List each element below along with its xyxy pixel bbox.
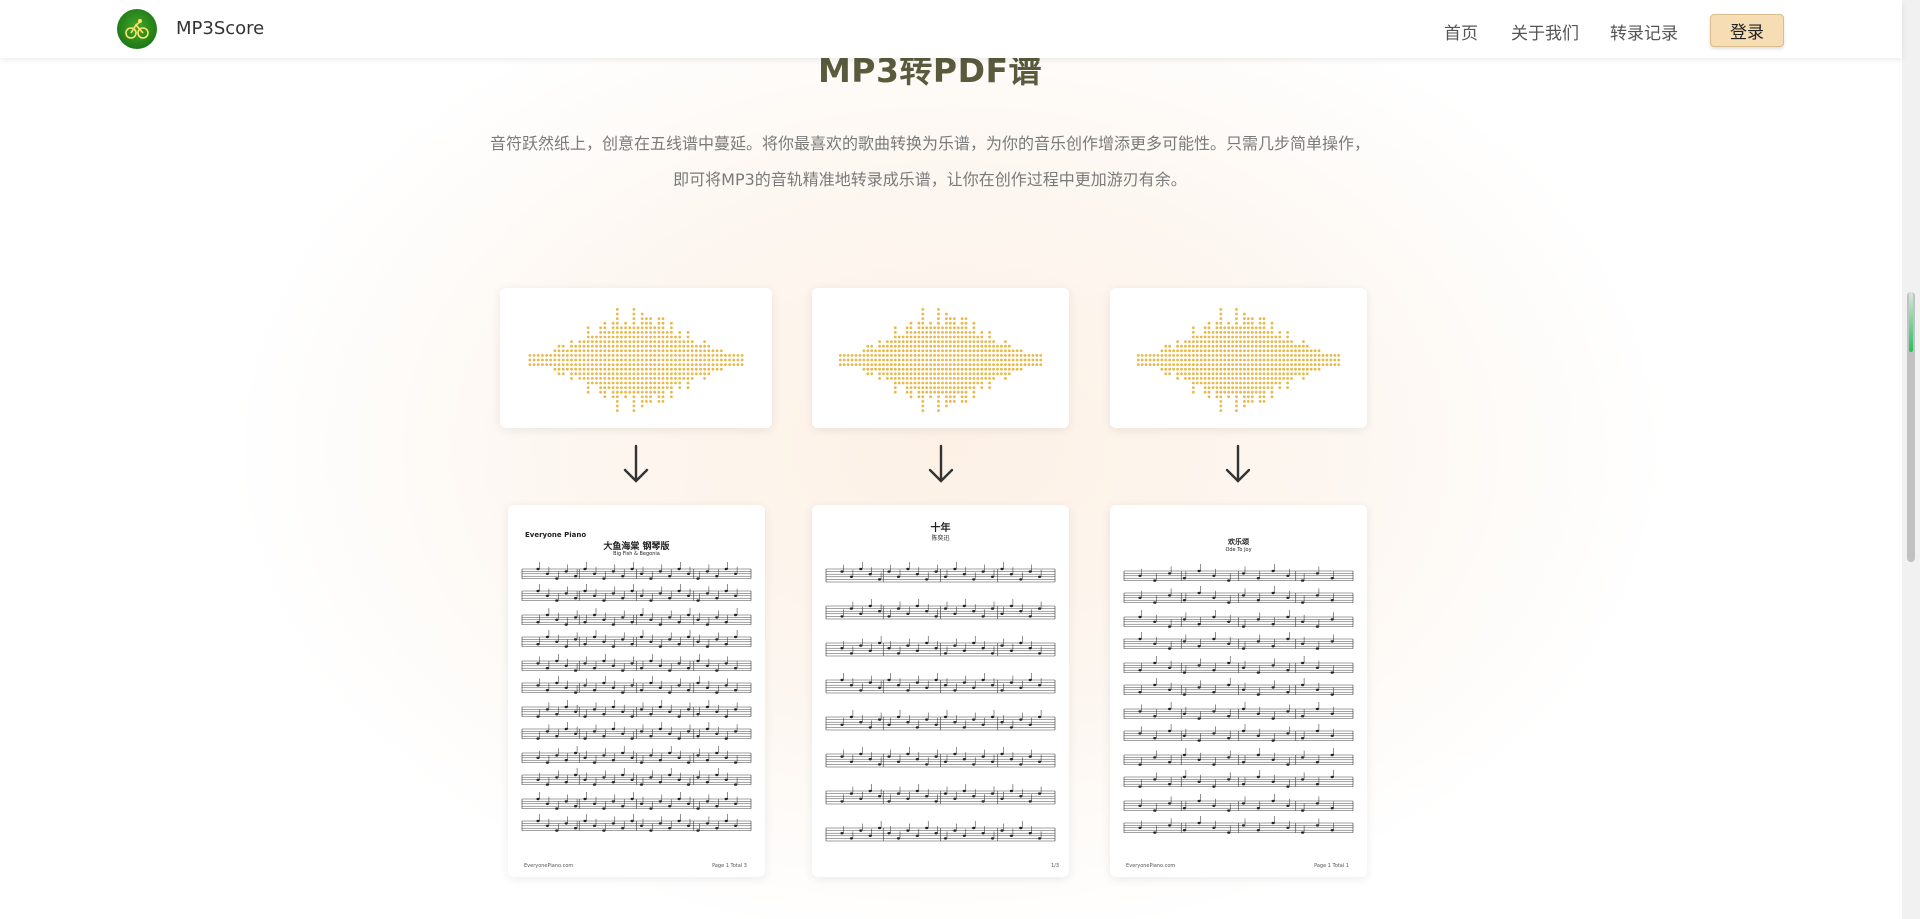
sheet-page-number: 1/3	[1050, 863, 1059, 869]
top-navbar: MP3Score 首页 关于我们 转录记录 登录	[0, 0, 1902, 58]
nav-transcription-history[interactable]: 转录记录	[1610, 19, 1678, 44]
arrow-down-icon	[623, 444, 649, 483]
audio-waveform-icon	[838, 308, 1043, 412]
staff-notation	[521, 562, 752, 832]
audio-waveform-card	[812, 288, 1069, 428]
sheet-page-number: Page 1 Total 1	[1314, 863, 1349, 869]
nav-about-us[interactable]: 关于我们	[1511, 19, 1579, 44]
audio-waveform-icon	[528, 308, 744, 412]
audio-waveform-card	[1110, 288, 1367, 428]
sheet-music-preview: Everyone Piano 大鱼海棠 钢琴版 Big Fish & Begon…	[508, 505, 765, 877]
brand-logo[interactable]	[117, 9, 157, 49]
nav-home[interactable]: 首页	[1444, 19, 1478, 44]
sheet-title: 十年	[930, 523, 951, 534]
audio-waveform-card	[500, 288, 772, 428]
sheet-brand: Everyone Piano	[525, 531, 587, 539]
audio-waveform-icon	[1136, 308, 1341, 412]
music-bicycle-icon	[125, 19, 149, 39]
sheet-footer: EveryonePiano.com	[1126, 863, 1176, 869]
sheet-music-preview: 十年 陈奕迅 1/3	[812, 505, 1069, 877]
scroll-progress-indicator	[1909, 292, 1913, 352]
sheet-page-number: Page 1 Total 3	[712, 863, 747, 869]
sheet-subtitle: Ode To Joy	[1225, 547, 1252, 553]
brand-name[interactable]: MP3Score	[176, 18, 264, 39]
sheet-footer: EveryonePiano.com	[524, 863, 574, 869]
description-line-2: 即可将MP3的音轨精准地转录成乐谱，让你在创作过程中更加游刃有余。	[673, 170, 1187, 189]
description-line-1: 音符跃然纸上，创意在五线谱中蔓延。将你最喜欢的歌曲转换为乐谱，为你的音乐创作增添…	[489, 134, 1370, 153]
login-button[interactable]: 登录	[1710, 14, 1784, 47]
arrow-down-icon	[1225, 444, 1251, 483]
staff-notation	[825, 562, 1056, 842]
sheet-subtitle: 陈奕迅	[931, 535, 950, 542]
sheet-title: 欢乐颂	[1228, 538, 1249, 546]
staff-notation	[1123, 564, 1354, 834]
sheet-music-preview: 欢乐颂 Ode To Joy EveryonePiano.com Page 1 …	[1110, 505, 1367, 877]
arrow-down-icon	[928, 444, 954, 483]
page-scrollbar[interactable]	[1902, 0, 1920, 919]
